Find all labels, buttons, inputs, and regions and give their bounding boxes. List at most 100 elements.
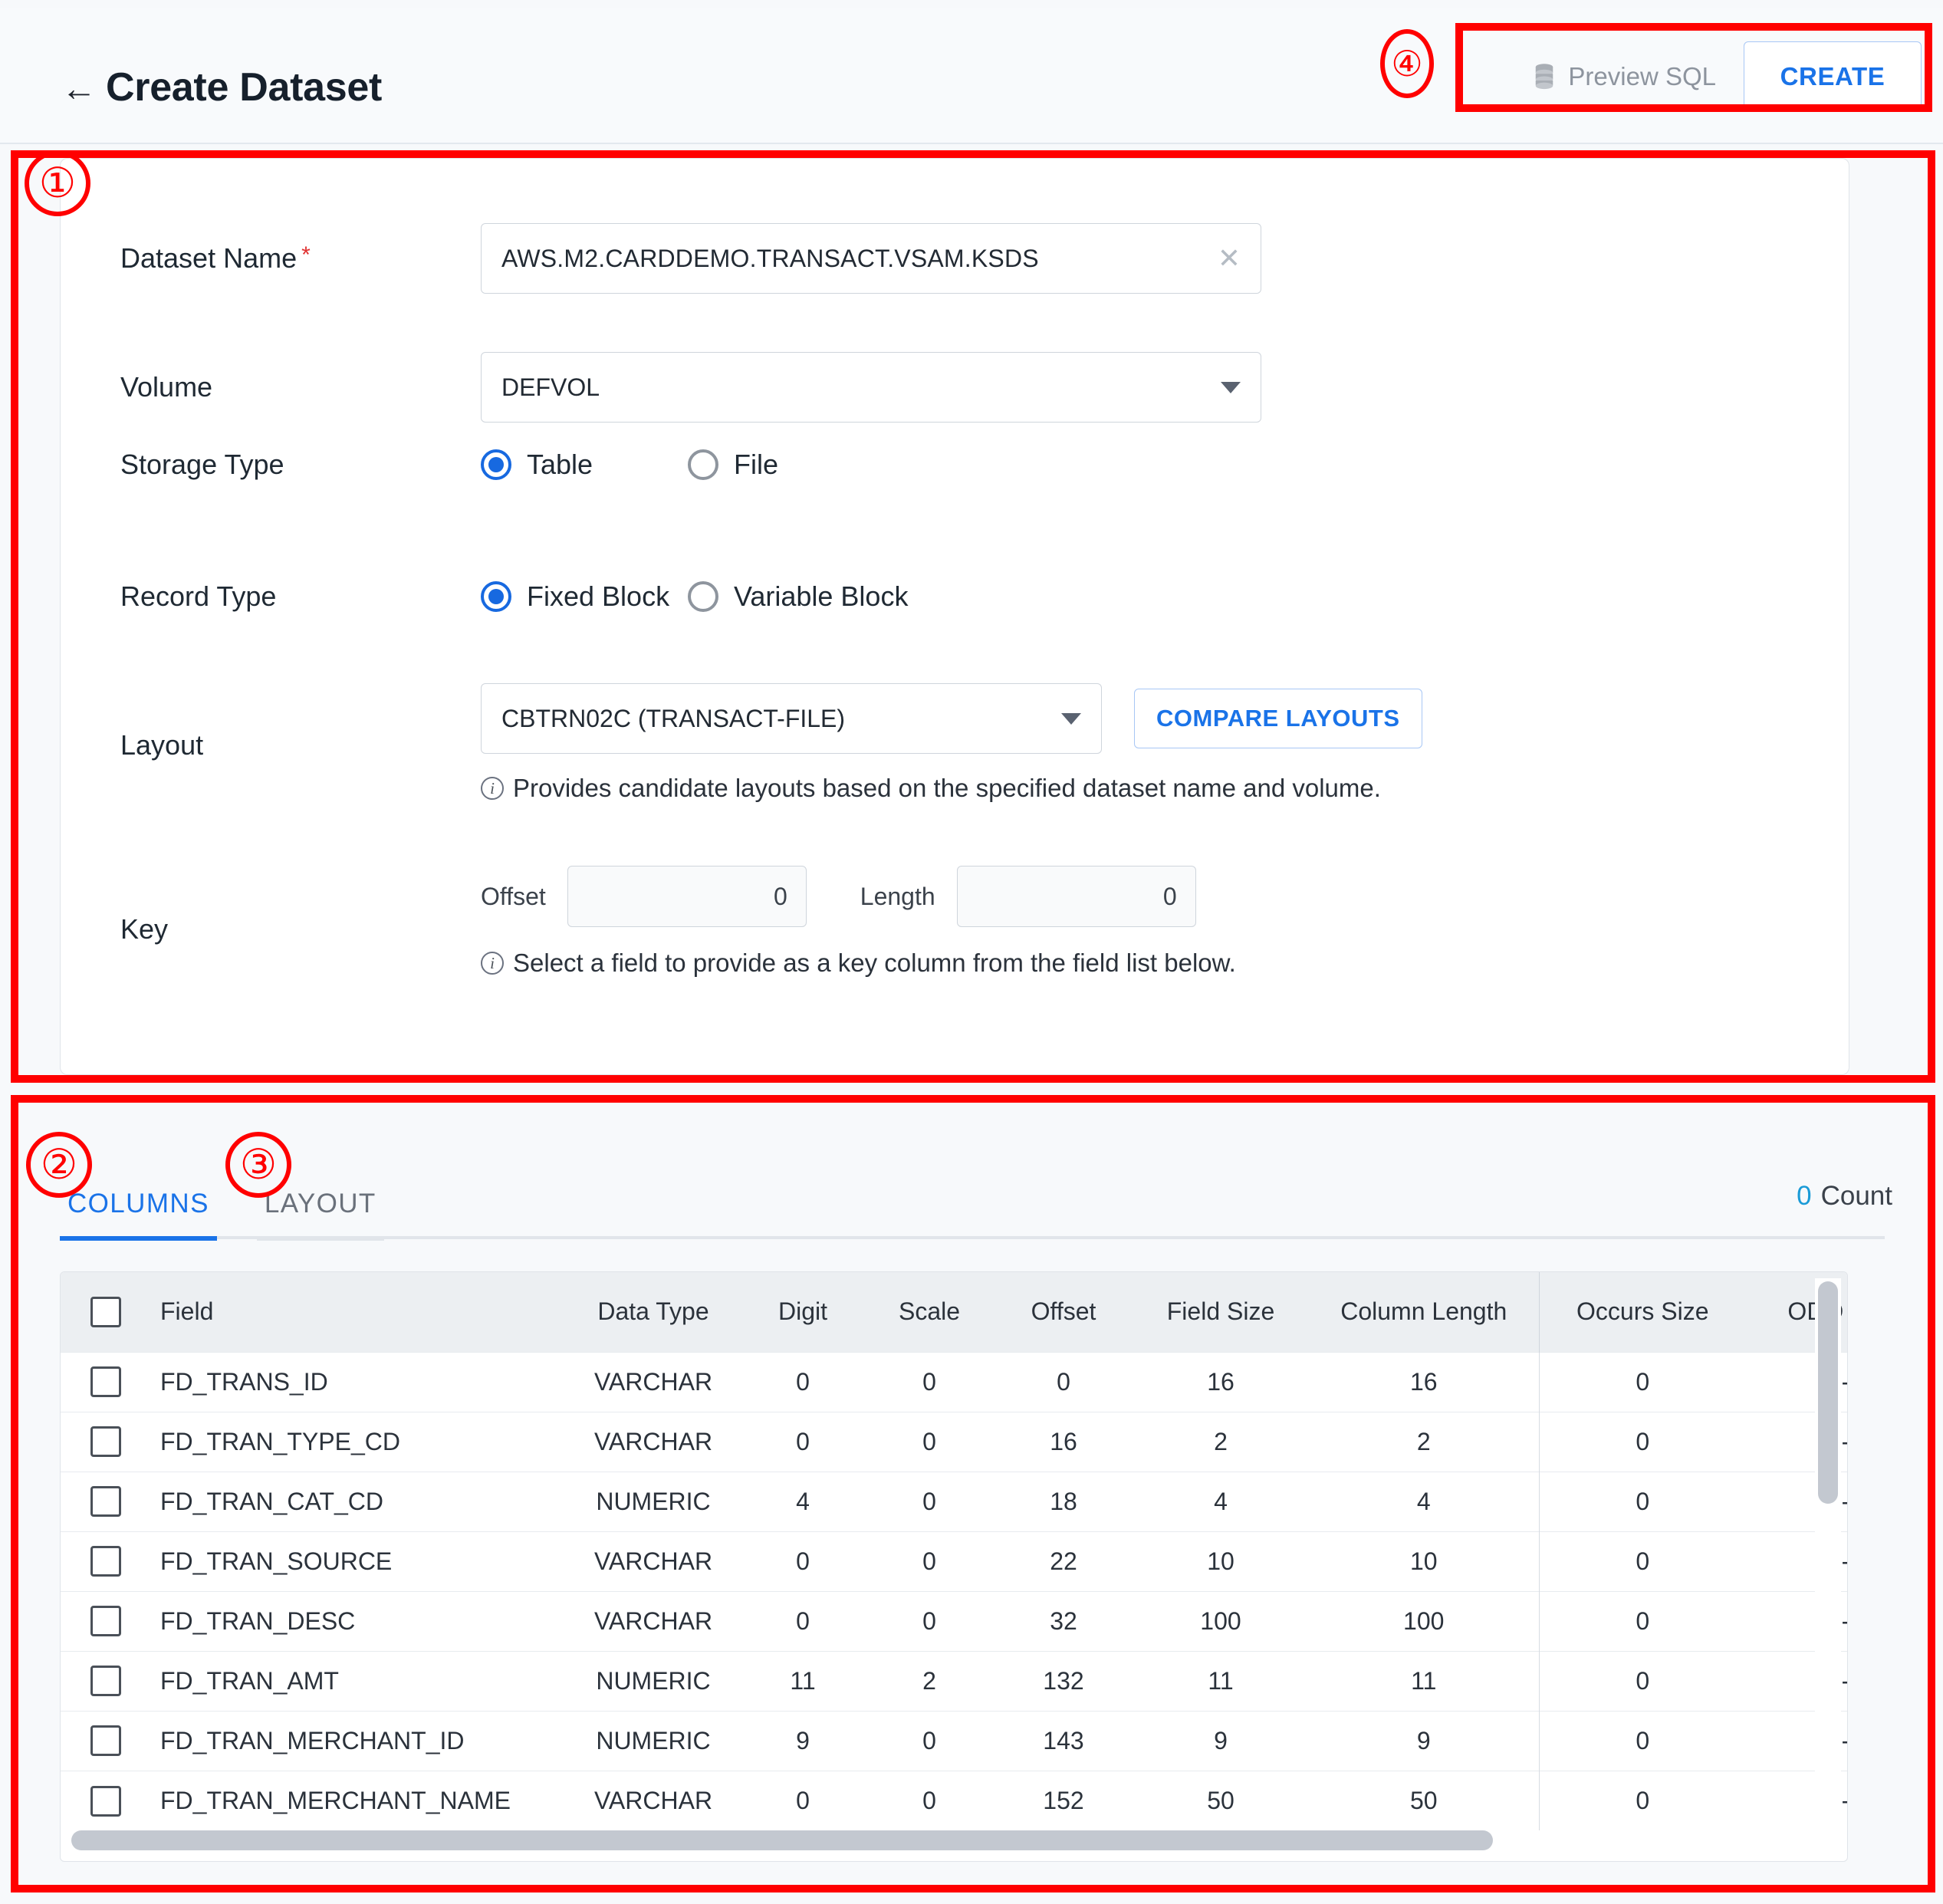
row-checkbox[interactable] [90,1725,121,1757]
cell-occurs-size: 0 [1538,1411,1746,1472]
header-data-type[interactable]: Data Type [565,1272,741,1352]
table-row[interactable]: FD_TRAN_TYPE_CDVARCHAR0016220- [61,1411,1847,1472]
cell-column-length: 10 [1309,1531,1539,1591]
cell-field-size: 2 [1133,1411,1309,1472]
header-field[interactable]: Field [151,1272,565,1352]
row-checkbox[interactable] [90,1606,121,1637]
horizontal-scrollbar-thumb[interactable] [71,1830,1493,1850]
chevron-down-icon [1221,381,1241,393]
page-title: Create Dataset [106,65,382,110]
dataset-name-row: Dataset Name * AWS.M2.CARDDEMO.TRANSACT.V… [120,223,1731,294]
cell-digit: 0 [741,1351,864,1412]
layout-select[interactable]: CBTRN02C (TRANSACT-FILE) [481,683,1102,754]
row-select-cell [61,1411,151,1472]
close-icon[interactable]: ✕ [1218,245,1241,272]
cell-column-length: 9 [1309,1710,1539,1771]
volume-row: Volume DEFVOL [120,352,1731,423]
cell-data-type: NUMERIC [565,1710,741,1771]
cell-field-size: 16 [1133,1351,1309,1412]
row-select-cell [61,1650,151,1711]
header-column-length[interactable]: Column Length [1309,1272,1539,1352]
cell-scale: 0 [864,1710,995,1771]
row-checkbox[interactable] [90,1366,121,1398]
radio-storage-file-label: File [734,449,779,480]
cell-scale: 2 [864,1650,995,1711]
key-offset-input[interactable]: 0 [567,866,807,927]
layout-hint: i Provides candidate layouts based on th… [481,774,1422,803]
layout-hint-text: Provides candidate layouts based on the … [513,774,1381,802]
arrow-left-icon[interactable]: ← [61,71,97,106]
radio-record-variable-block[interactable]: Variable Block [688,580,908,613]
cell-field: FD_TRAN_MERCHANT_ID [151,1710,565,1771]
select-all-header [61,1272,151,1352]
header-occurs-size[interactable]: Occurs Size [1538,1272,1746,1352]
select-all-checkbox[interactable] [90,1297,121,1328]
cell-scale: 0 [864,1770,995,1830]
header-digit[interactable]: Digit [741,1272,864,1352]
cell-field: FD_TRAN_CAT_CD [151,1471,565,1531]
volume-select[interactable]: DEFVOL [481,352,1261,423]
cell-field-size: 100 [1133,1590,1309,1651]
table-row[interactable]: FD_TRAN_DESCVARCHAR00321001000- [61,1590,1847,1651]
compare-layouts-button[interactable]: COMPARE LAYOUTS [1134,689,1422,748]
layout-value: CBTRN02C (TRANSACT-FILE) [501,704,846,732]
cell-occurs-size: 0 [1538,1710,1746,1771]
table-body: FD_TRANS_IDVARCHAR00016160-FD_TRAN_TYPE_… [61,1351,1847,1830]
cell-digit: 0 [741,1531,864,1591]
cell-field-size: 50 [1133,1770,1309,1830]
tabs-bar: COLUMNS LAYOUT [60,1156,1885,1241]
layout-label: Layout [120,729,204,761]
preview-sql-label: Preview SQL [1568,62,1716,90]
top-bar-actions: Preview SQL CREATE [1505,37,1922,117]
cell-field-size: 4 [1133,1471,1309,1531]
key-length-input[interactable]: 0 [956,866,1196,927]
vertical-scrollbar-thumb[interactable] [1818,1281,1838,1504]
header-offset[interactable]: Offset [995,1272,1133,1352]
radio-record-fixed-block[interactable]: Fixed Block [481,580,688,613]
dataset-name-input[interactable]: AWS.M2.CARDDEMO.TRANSACT.VSAM.KSDS ✕ [481,223,1261,294]
radio-selected-icon [481,581,511,612]
row-count-label: Count [1820,1181,1892,1211]
required-asterisk: * [301,242,311,268]
record-type-label: Record Type [120,580,277,612]
header-scale[interactable]: Scale [864,1272,995,1352]
cell-offset: 152 [995,1770,1133,1830]
row-checkbox[interactable] [90,1666,121,1697]
cell-data-type: NUMERIC [565,1471,741,1531]
table-row[interactable]: FD_TRAN_MERCHANT_IDNUMERIC90143990- [61,1710,1847,1771]
info-icon: i [481,777,504,800]
radio-storage-file[interactable]: File [688,449,778,481]
dataset-name-label: Dataset Name * [120,242,311,274]
cell-offset: 18 [995,1471,1133,1531]
tab-layout[interactable]: LAYOUT [256,1189,384,1241]
cell-occurs-size: 0 [1538,1590,1746,1651]
row-count-value: 0 [1797,1181,1812,1211]
tab-columns[interactable]: COLUMNS [60,1189,217,1241]
create-button[interactable]: CREATE [1744,41,1922,112]
cell-data-type: NUMERIC [565,1650,741,1711]
table-row[interactable]: FD_TRANS_IDVARCHAR00016160- [61,1351,1847,1412]
table-row[interactable]: FD_TRAN_CAT_CDNUMERIC4018440- [61,1471,1847,1531]
radio-storage-table[interactable]: Table [481,449,688,481]
cell-field: FD_TRAN_SOURCE [151,1531,565,1591]
cell-digit: 0 [741,1770,864,1830]
table-row[interactable]: FD_TRAN_AMTNUMERIC11213211110- [61,1650,1847,1711]
cell-scale: 0 [864,1531,995,1591]
table-row[interactable]: FD_TRAN_SOURCEVARCHAR002210100- [61,1531,1847,1591]
volume-label: Volume [120,371,213,403]
row-checkbox[interactable] [90,1546,121,1577]
row-checkbox[interactable] [90,1785,121,1817]
cell-digit: 11 [741,1650,864,1711]
cell-scale: 0 [864,1411,995,1472]
cell-offset: 0 [995,1351,1133,1412]
table-row[interactable]: FD_TRAN_MERCHANT_NAMEVARCHAR0015250500- [61,1770,1847,1830]
row-checkbox[interactable] [90,1486,121,1518]
header-field-size[interactable]: Field Size [1133,1272,1309,1352]
preview-sql-button[interactable]: Preview SQL [1505,46,1744,107]
row-checkbox[interactable] [90,1426,121,1458]
row-select-cell [61,1351,151,1412]
storage-type-row: Storage Type Table File [120,449,1731,481]
cell-occurs-size: 0 [1538,1471,1746,1531]
cell-offset: 16 [995,1411,1133,1472]
key-label: Key [120,913,169,945]
